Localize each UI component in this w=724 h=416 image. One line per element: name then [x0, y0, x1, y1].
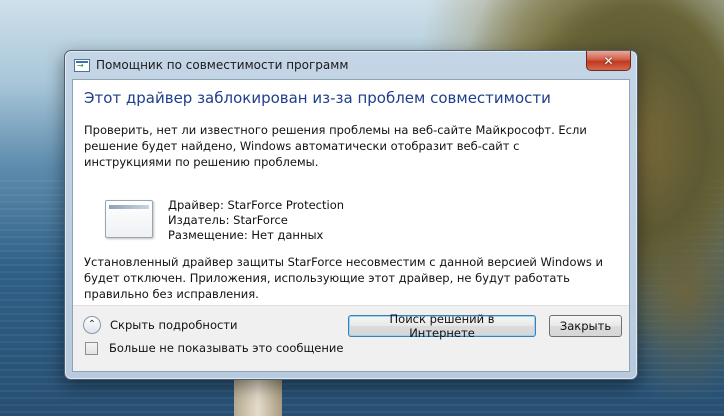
hide-details-toggle[interactable]: ⌃ Скрыть подробности — [83, 316, 237, 334]
dont-show-again-label[interactable]: Больше не показывать это сообщение — [109, 341, 343, 355]
chevron-up-icon[interactable]: ⌃ — [83, 316, 101, 334]
intro-text: Проверить, нет ли известного решения про… — [84, 123, 587, 169]
dialog-body: Этот драйвер заблокирован из-за проблем … — [72, 79, 630, 372]
compatibility-assistant-dialog: Помощник по совместимости программ ✕ Это… — [64, 50, 638, 380]
driver-name: Драйвер: StarForce Protection — [168, 198, 345, 212]
driver-location: Размещение: Нет данных — [168, 228, 324, 242]
compatibility-assistant-icon — [74, 58, 90, 72]
dont-show-again-checkbox[interactable] — [85, 341, 98, 355]
driver-details: Драйвер: StarForce Protection Издатель: … — [168, 198, 344, 243]
dialog-heading: Этот драйвер заблокирован из-за проблем … — [84, 89, 551, 107]
search-online-button[interactable]: Поиск решений в Интернете — [348, 312, 536, 340]
title-bar[interactable]: Помощник по совместимости программ ✕ — [65, 51, 637, 79]
hide-details-label[interactable]: Скрыть подробности — [110, 318, 237, 332]
dont-show-again-row[interactable]: Больше не показывать это сообщение — [85, 341, 343, 355]
window-title: Помощник по совместимости программ — [96, 58, 349, 72]
driver-window-icon — [105, 200, 153, 238]
window-close-button[interactable]: ✕ — [586, 51, 631, 71]
dialog-footer: ⌃ Скрыть подробности Поиск решений в Инт… — [73, 305, 629, 371]
close-button[interactable]: Закрыть — [549, 315, 622, 337]
explanation-text: Установленный драйвер защиты StarForce н… — [84, 255, 604, 301]
driver-publisher: Издатель: StarForce — [168, 213, 288, 227]
